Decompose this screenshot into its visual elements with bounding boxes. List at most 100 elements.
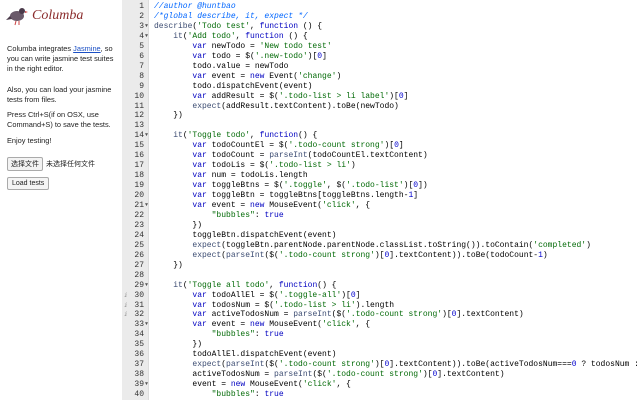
code-line[interactable]: 28 [122, 271, 640, 281]
line-text: var toggleBtns = $('.toggle', $('.todo-l… [192, 181, 428, 191]
line-number: 8 [139, 71, 144, 81]
load-info-paragraph: Also, you can load your jasmine tests fr… [7, 85, 112, 104]
line-text: it('Toggle all todo', function() { [173, 280, 337, 290]
line-number: 25 [134, 240, 144, 250]
code-line[interactable]: 22 "bubbles": true [122, 211, 640, 221]
jasmine-link[interactable]: Jasmine [73, 44, 101, 53]
line-number: 36 [134, 350, 144, 360]
line-number: 17 [134, 161, 144, 171]
line-number: 28 [134, 270, 144, 280]
line-text: describe('Todo test', function () { [154, 21, 323, 31]
code-line[interactable]: 21 ▼ var event = new MouseEvent('click', … [122, 201, 640, 211]
line-number: 1 [139, 2, 144, 11]
code-line[interactable]: 37 expect(parseInt($('.todo-count strong… [122, 360, 640, 370]
code-line[interactable]: 3 ▼ describe('Todo test', function () { [122, 22, 640, 32]
fold-arrow-icon[interactable]: ▼ [145, 281, 148, 291]
fold-arrow-icon[interactable]: ▼ [145, 22, 148, 32]
line-text: var activeTodosNum = parseInt($('.todo-c… [192, 310, 524, 320]
line-text: var todoCountEl = $('.todo-count strong'… [192, 141, 404, 151]
line-text: var todosNum = $('.todo-list > li').leng… [192, 300, 395, 310]
line-text: expect(addResult.textContent).toBe(newTo… [192, 101, 399, 111]
code-line[interactable]: 8 var event = new Event('change') [122, 72, 640, 82]
sidebar: Columba Columba integrates Jasmine, so y… [0, 0, 122, 400]
code-line[interactable]: 9 todo.dispatchEvent(event) [122, 82, 640, 92]
code-line[interactable]: 17 var todoLis = $('.todo-list > li') [122, 161, 640, 171]
pigeon-logo-icon [6, 8, 28, 26]
code-line[interactable]: 1 //author @huntbao [122, 2, 640, 12]
code-line[interactable]: 16 var todoCount = parseInt(todoCountEl.… [122, 151, 640, 161]
file-input-row: 选择文件 未选择任何文件 [7, 157, 95, 171]
fold-arrow-icon[interactable]: ▼ [145, 32, 148, 42]
line-text: "bubbles": true [211, 330, 284, 340]
code-line[interactable]: 6 var todo = $('.new-todo')[0] [122, 52, 640, 62]
code-line[interactable]: 15 var todoCountEl = $('.todo-count stro… [122, 141, 640, 151]
lint-marker-icon: ⅈ [124, 301, 128, 309]
line-number: 21 [134, 201, 144, 210]
line-text: var newTodo = 'New todo test' [192, 41, 332, 51]
code-line[interactable]: 40 "bubbles": true [122, 390, 640, 400]
code-line[interactable]: 39 ▼ event = new MouseEvent('click', { [122, 380, 640, 390]
fold-arrow-icon[interactable]: ▼ [145, 320, 148, 330]
code-line[interactable]: 31 ⅈ var todosNum = $('.todo-list > li').… [122, 301, 640, 311]
line-number: 10 [134, 91, 144, 101]
code-line[interactable]: 38 activeTodosNum = parseInt($('.todo-co… [122, 370, 640, 380]
line-text: var todoAllEl = $('.toggle-all')[0] [192, 290, 361, 300]
code-line[interactable]: 7 todo.value = newTodo [122, 62, 640, 72]
code-line[interactable]: 14 ▼ it('Toggle todo', function() { [122, 131, 640, 141]
code-line[interactable]: 4 ▼ it('Add todo', function () { [122, 32, 640, 42]
code-line[interactable]: 18 var num = todoLis.length [122, 171, 640, 181]
code-line[interactable]: 23 }) [122, 221, 640, 231]
line-number: 14 [134, 131, 144, 141]
file-status-text: 未选择任何文件 [46, 161, 95, 168]
line-number: 7 [139, 61, 144, 71]
fold-arrow-icon[interactable]: ▼ [145, 201, 148, 211]
code-line[interactable]: 11 expect(addResult.textContent).toBe(ne… [122, 102, 640, 112]
line-text: }) [154, 111, 183, 121]
app-title: Columba [32, 8, 84, 23]
code-line[interactable]: 19 var toggleBtns = $('.toggle', $('.tod… [122, 181, 640, 191]
code-line[interactable]: 26 expect(parseInt($('.todo-count strong… [122, 251, 640, 261]
line-text: }) [154, 260, 183, 270]
line-number: 29 [134, 280, 144, 290]
code-line[interactable]: 33 ▼ var event = new MouseEvent('click', … [122, 320, 640, 330]
code-line[interactable]: 30 ⅈ var todoAllEl = $('.toggle-all')[0] [122, 291, 640, 301]
line-text: activeTodosNum = parseInt($('.todo-count… [154, 370, 505, 380]
line-text: expect(parseInt($('.todo-count strong')[… [192, 360, 640, 370]
line-text: var addResult = $('.todo-list > li label… [192, 91, 409, 101]
code-line[interactable]: 32 ⅈ var activeTodosNum = parseInt($('.to… [122, 310, 640, 320]
line-number: 11 [134, 101, 144, 111]
code-line[interactable]: 25 expect(toggleBtn.parentNode.parentNod… [122, 241, 640, 251]
code-line[interactable]: 5 var newTodo = 'New todo test' [122, 42, 640, 52]
code-line[interactable]: 13 [122, 121, 640, 131]
line-text: var toggleBtn = toggleBtns[toggleBtns.le… [192, 191, 419, 201]
fold-arrow-icon[interactable]: ▼ [145, 131, 148, 141]
code-line[interactable]: 12 }) [122, 111, 640, 121]
line-text: it('Toggle todo', function() { [173, 131, 318, 141]
line-number: 4 [139, 31, 144, 41]
code-line[interactable]: 10 var addResult = $('.todo-list > li la… [122, 92, 640, 102]
code-editor[interactable]: 1 //author @huntbao 2 /*global describe, it… [122, 0, 640, 400]
line-text: var num = todoLis.length [192, 171, 308, 181]
code-line[interactable]: 29 ▼ it('Toggle all todo', function() { [122, 281, 640, 291]
fold-arrow-icon[interactable]: ▼ [145, 380, 148, 390]
choose-file-button[interactable]: 选择文件 [7, 157, 43, 171]
load-tests-button[interactable]: Load tests [7, 177, 50, 190]
code-line[interactable]: 36 todoAllEl.dispatchEvent(event) [122, 350, 640, 360]
code-line[interactable]: 24 toggleBtn.dispatchEvent(event) [122, 231, 640, 241]
line-text: todo.dispatchEvent(event) [154, 81, 313, 91]
code-line[interactable]: 27 }) [122, 261, 640, 271]
code-line[interactable]: 35 }) [122, 340, 640, 350]
line-text: }) [154, 340, 203, 350]
code-line[interactable]: 20 var toggleBtn = toggleBtns[toggleBtns… [122, 191, 640, 201]
code-line[interactable]: 2 /*global describe, it, expect */ [122, 12, 640, 22]
line-number: 34 [134, 330, 144, 340]
save-info-paragraph: Press Ctrl+S(if on OSX, use Command+S) t… [7, 110, 111, 129]
line-text: event = new MouseEvent('click', { [154, 380, 351, 390]
line-number: 15 [134, 141, 144, 151]
line-number: 5 [139, 41, 144, 51]
lint-marker-icon: ⅈ [124, 311, 128, 319]
line-number: 24 [134, 230, 144, 240]
line-text: var event = new MouseEvent('click', { [192, 320, 371, 330]
line-text: var todo = $('.new-todo')[0] [192, 51, 327, 61]
code-line[interactable]: 34 "bubbles": true [122, 330, 640, 340]
